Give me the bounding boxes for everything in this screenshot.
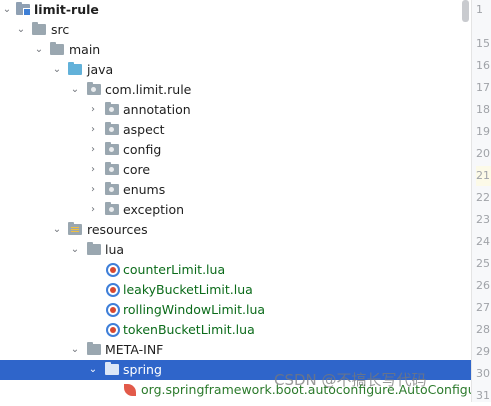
tree-row-lua-file[interactable]: leakyBucketLimit.lua — [0, 280, 471, 300]
chevron-down-icon[interactable]: ⌄ — [32, 40, 46, 60]
line-number: 29 — [476, 345, 490, 358]
package-icon — [105, 162, 119, 175]
project-tree: ⌄ limit-rule ⌄ src ⌄ main ⌄ java ⌄ com.l… — [0, 0, 471, 402]
folder-icon — [87, 342, 101, 355]
line-number: 19 — [476, 125, 490, 138]
chevron-right-icon[interactable]: › — [86, 200, 100, 220]
line-number: 28 — [476, 323, 490, 336]
package-icon — [105, 122, 119, 135]
line-number: 24 — [476, 235, 490, 248]
chevron-down-icon[interactable]: ⌄ — [0, 0, 14, 20]
tree-row-package[interactable]: ⌄ com.limit.rule — [0, 80, 471, 100]
tree-row-src[interactable]: ⌄ src — [0, 20, 471, 40]
chevron-down-icon[interactable]: ⌄ — [68, 240, 82, 260]
folder-icon — [50, 42, 64, 55]
tree-label-autoconfig-file: org.springframework.boot.autoconfigure.A… — [141, 382, 471, 397]
line-number: 20 — [476, 147, 490, 160]
line-number: 15 — [476, 37, 490, 50]
line-number: 31 — [476, 389, 490, 402]
tree-label-root: limit-rule — [34, 2, 99, 17]
line-number-current: 21 — [476, 166, 491, 186]
folder-icon — [105, 362, 119, 375]
lua-file-icon — [106, 263, 120, 277]
tree-row-aspect[interactable]: › aspect — [0, 120, 471, 140]
line-number: 18 — [476, 103, 490, 116]
tree-label-package: com.limit.rule — [105, 82, 192, 97]
resources-folder-icon — [68, 222, 82, 235]
source-folder-icon — [68, 62, 82, 75]
tree-label-enums: enums — [123, 182, 166, 197]
package-icon — [105, 182, 119, 195]
editor-line-gutter: 1 15 16 17 18 19 20 21 22 23 24 25 26 27… — [471, 0, 491, 402]
tree-label-annotation: annotation — [123, 102, 191, 117]
tree-row-enums[interactable]: › enums — [0, 180, 471, 200]
tree-label-core: core — [123, 162, 151, 177]
chevron-down-icon[interactable]: ⌄ — [14, 20, 28, 40]
tree-label-lua: lua — [105, 242, 125, 257]
package-icon — [105, 142, 119, 155]
tree-row-lua[interactable]: ⌄ lua — [0, 240, 471, 260]
package-icon — [105, 102, 119, 115]
tree-label-spring: spring — [123, 362, 162, 377]
line-number: 27 — [476, 301, 490, 314]
chevron-down-icon[interactable]: ⌄ — [50, 220, 64, 240]
chevron-right-icon[interactable]: › — [86, 120, 100, 140]
tree-row-autoconfig-file[interactable]: org.springframework.boot.autoconfigure.A… — [0, 380, 471, 400]
chevron-down-icon[interactable]: ⌄ — [68, 340, 82, 360]
chevron-down-icon[interactable]: ⌄ — [86, 360, 100, 380]
tree-row-core[interactable]: › core — [0, 160, 471, 180]
tree-label-config: config — [123, 142, 162, 157]
tree-row-lua-file[interactable]: counterLimit.lua — [0, 260, 471, 280]
tree-row-config[interactable]: › config — [0, 140, 471, 160]
lua-file-icon — [106, 283, 120, 297]
line-number: 22 — [476, 191, 490, 204]
tree-row-resources[interactable]: ⌄ resources — [0, 220, 471, 240]
tree-row-spring[interactable]: ⌄ spring — [0, 360, 471, 380]
tree-label-exception: exception — [123, 202, 185, 217]
line-number: 1 — [476, 3, 483, 16]
chevron-right-icon[interactable]: › — [86, 140, 100, 160]
tree-row-lua-file[interactable]: rollingWindowLimit.lua — [0, 300, 471, 320]
tree-label-src: src — [51, 22, 70, 37]
tree-row-annotation[interactable]: › annotation — [0, 100, 471, 120]
line-number: 16 — [476, 59, 490, 72]
tree-label-lua-file: tokenBucketLimit.lua — [123, 322, 255, 337]
tree-label-aspect: aspect — [123, 122, 165, 137]
tree-row-main[interactable]: ⌄ main — [0, 40, 471, 60]
tree-row-exception[interactable]: › exception — [0, 200, 471, 220]
folder-icon — [87, 242, 101, 255]
tree-label-main: main — [69, 42, 101, 57]
chevron-right-icon[interactable]: › — [86, 100, 100, 120]
tree-label-resources: resources — [87, 222, 148, 237]
line-number: 23 — [476, 213, 490, 226]
line-number: 26 — [476, 279, 490, 292]
chevron-right-icon[interactable]: › — [86, 160, 100, 180]
package-icon — [105, 202, 119, 215]
scrollbar-thumb[interactable] — [462, 0, 469, 22]
spring-leaf-icon — [124, 384, 136, 396]
module-folder-icon — [16, 2, 31, 16]
tree-row-meta-inf[interactable]: ⌄ META-INF — [0, 340, 471, 360]
tree-row-lua-file[interactable]: tokenBucketLimit.lua — [0, 320, 471, 340]
folder-icon — [32, 22, 46, 35]
line-number: 17 — [476, 81, 490, 94]
tree-row-root[interactable]: ⌄ limit-rule — [0, 0, 471, 20]
chevron-down-icon[interactable]: ⌄ — [50, 60, 64, 80]
tree-label-java: java — [87, 62, 114, 77]
tree-label-lua-file: rollingWindowLimit.lua — [123, 302, 266, 317]
tree-label-meta-inf: META-INF — [105, 342, 164, 357]
lua-file-icon — [106, 323, 120, 337]
tree-label-lua-file: counterLimit.lua — [123, 262, 226, 277]
line-number: 30 — [476, 367, 490, 380]
tree-row-java[interactable]: ⌄ java — [0, 60, 471, 80]
chevron-right-icon[interactable]: › — [86, 180, 100, 200]
package-icon — [87, 82, 101, 95]
tree-label-lua-file: leakyBucketLimit.lua — [123, 282, 253, 297]
chevron-down-icon[interactable]: ⌄ — [68, 80, 82, 100]
line-number: 25 — [476, 257, 490, 270]
lua-file-icon — [106, 303, 120, 317]
